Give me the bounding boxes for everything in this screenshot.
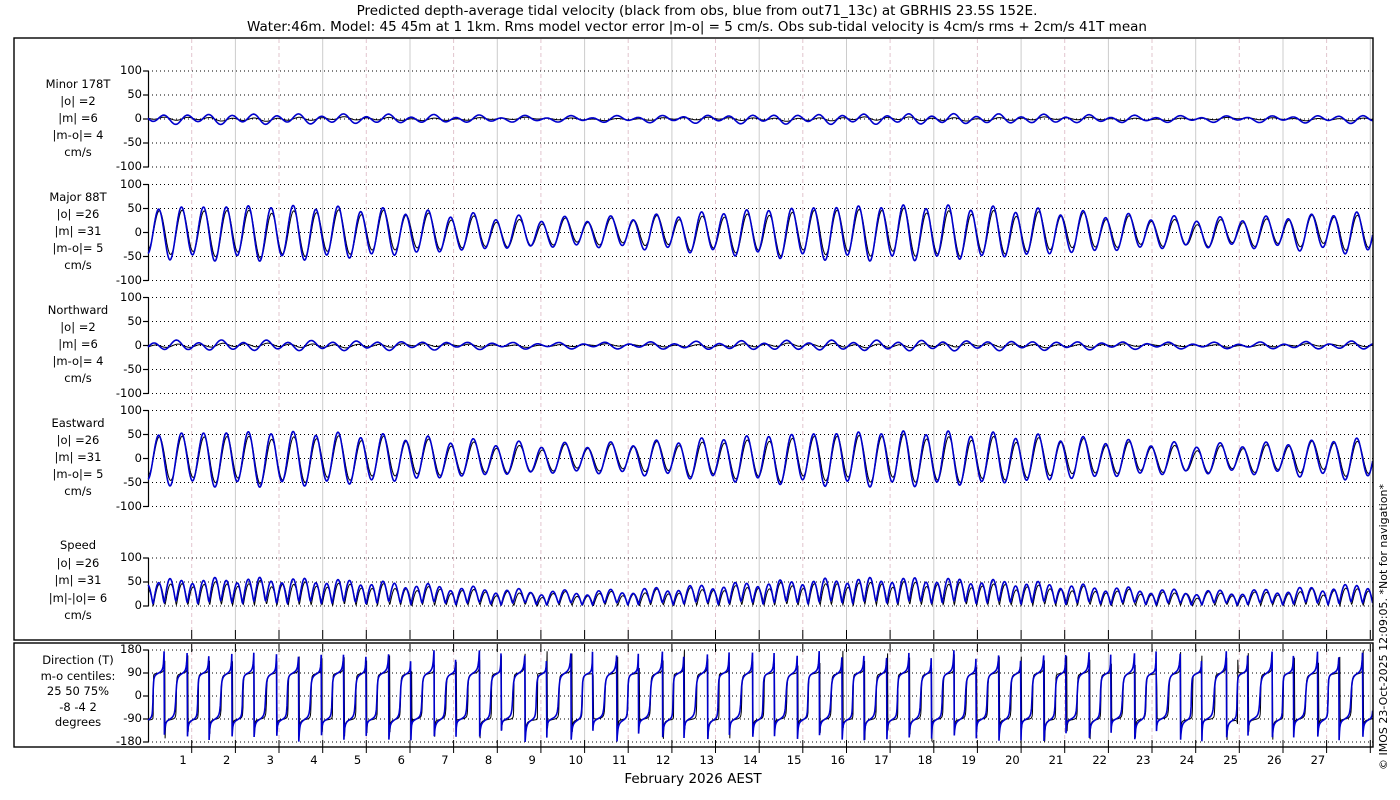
panel-label-major-line1: Major 88T <box>10 190 146 207</box>
panel-label-northward-line1: Northward <box>10 303 146 320</box>
panel-label-direction-line1: Direction (T) <box>10 653 146 669</box>
panel-label-direction-line3: 25 50 75% <box>10 684 146 700</box>
day-label-11: 11 <box>605 753 635 767</box>
panel-label-major-line5: cm/s <box>10 258 146 275</box>
panel-speed <box>143 558 1373 606</box>
panel-label-northward-line3: |m| =6 <box>10 337 146 354</box>
panel-minor <box>143 71 1373 167</box>
panel-northward <box>143 298 1373 394</box>
tidal-velocity-figure: Predicted depth-average tidal velocity (… <box>0 0 1400 800</box>
panel-label-speed-line1: Speed <box>10 538 146 556</box>
day-label-27: 27 <box>1303 753 1333 767</box>
figure-title-line2: Water:46m. Model: 45 45m at 1 1km. Rms m… <box>14 19 1380 35</box>
panel-label-eastward-line4: |m-o|= 5 <box>10 467 146 484</box>
panel-label-major-line2: |o| =26 <box>10 207 146 224</box>
panel-label-minor-line2: |o| =2 <box>10 94 146 111</box>
day-label-3: 3 <box>255 753 285 767</box>
panel-label-speed-line2: |o| =26 <box>10 556 146 574</box>
day-label-7: 7 <box>430 753 460 767</box>
day-label-17: 17 <box>866 753 896 767</box>
day-label-21: 21 <box>1041 753 1071 767</box>
day-label-9: 9 <box>517 753 547 767</box>
frame-box-velocity <box>14 38 1373 640</box>
day-label-14: 14 <box>735 753 765 767</box>
day-label-26: 26 <box>1259 753 1289 767</box>
figure-title-line1: Predicted depth-average tidal velocity (… <box>14 3 1380 19</box>
day-label-8: 8 <box>474 753 504 767</box>
panel-label-speed-line3: |m| =31 <box>10 573 146 591</box>
day-label-24: 24 <box>1172 753 1202 767</box>
day-label-15: 15 <box>779 753 809 767</box>
panel-label-direction-line4: -8 -4 2 <box>10 700 146 716</box>
panel-label-eastward-line1: Eastward <box>10 416 146 433</box>
panel-label-eastward-line5: cm/s <box>10 484 146 501</box>
panel-label-northward-line2: |o| =2 <box>10 320 146 337</box>
day-label-5: 5 <box>343 753 373 767</box>
panel-label-direction-line2: m-o centiles: <box>10 669 146 685</box>
chart-canvas <box>0 0 1400 800</box>
panel-eastward <box>143 411 1373 507</box>
panel-label-major-line3: |m| =31 <box>10 224 146 241</box>
y-tick-label-minor: 100 <box>86 63 142 77</box>
day-label-2: 2 <box>212 753 242 767</box>
day-label-4: 4 <box>299 753 329 767</box>
day-label-20: 20 <box>997 753 1027 767</box>
panel-label-northward-line4: |m-o|= 4 <box>10 354 146 371</box>
day-label-19: 19 <box>954 753 984 767</box>
panel-label-major-line4: |m-o|= 5 <box>10 241 146 258</box>
panel-label-minor-line3: |m| =6 <box>10 111 146 128</box>
day-label-1: 1 <box>168 753 198 767</box>
model-curve-eastward <box>148 431 1373 487</box>
model-curve-major <box>148 205 1373 261</box>
day-label-16: 16 <box>823 753 853 767</box>
day-label-13: 13 <box>692 753 722 767</box>
panel-label-speed-line4: |m|-|o|= 6 <box>10 591 146 609</box>
day-label-22: 22 <box>1085 753 1115 767</box>
y-tick-label-northward: 100 <box>86 290 142 304</box>
panel-label-northward-line5: cm/s <box>10 371 146 388</box>
day-label-10: 10 <box>561 753 591 767</box>
panel-label-eastward-line3: |m| =31 <box>10 450 146 467</box>
copyright-watermark: © IMOS 23-Oct-2025 12:09:05. *Not for na… <box>1377 35 1393 770</box>
x-axis-month-label: February 2026 AEST <box>343 771 1043 787</box>
day-label-12: 12 <box>648 753 678 767</box>
panel-label-eastward-line2: |o| =26 <box>10 433 146 450</box>
panel-label-minor-line4: |m-o|= 4 <box>10 128 146 145</box>
day-label-18: 18 <box>910 753 940 767</box>
day-label-25: 25 <box>1216 753 1246 767</box>
panel-label-speed-line5: cm/s <box>10 608 146 626</box>
panel-label-minor-line1: Minor 178T <box>10 77 146 94</box>
panel-label-direction-line5: degrees <box>10 715 146 731</box>
panel-label-minor-line5: cm/s <box>10 145 146 162</box>
day-label-23: 23 <box>1128 753 1158 767</box>
x-axis-ticks <box>192 630 1371 753</box>
y-tick-label-major: 100 <box>86 177 142 191</box>
day-label-6: 6 <box>386 753 416 767</box>
panel-major <box>143 185 1373 281</box>
y-tick-label-direction: -180 <box>86 734 142 748</box>
panel-direction <box>143 650 1373 742</box>
y-tick-label-eastward: 100 <box>86 403 142 417</box>
